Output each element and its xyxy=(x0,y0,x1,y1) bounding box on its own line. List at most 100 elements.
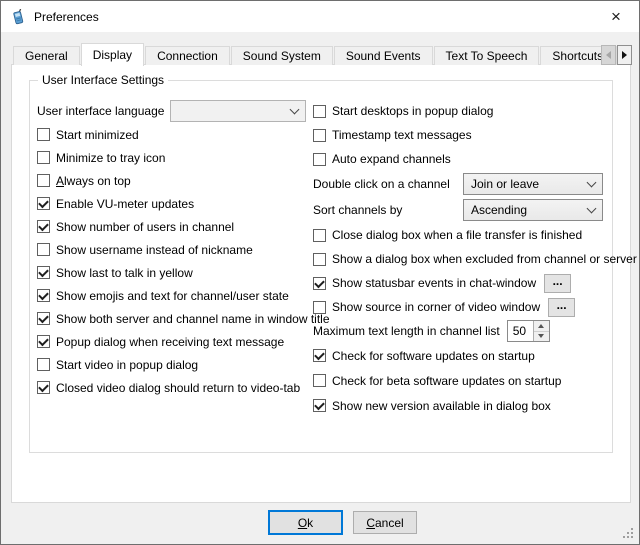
checkbox-label: Closed video dialog should return to vid… xyxy=(56,381,300,395)
tab-bar: General Display Connection Sound System … xyxy=(13,43,599,65)
cancel-button[interactable]: Cancel xyxy=(353,511,417,534)
checkbox[interactable] xyxy=(313,153,326,166)
checkbox-row: Show both server and channel name in win… xyxy=(37,307,309,330)
checkbox[interactable] xyxy=(37,381,50,394)
checkbox[interactable] xyxy=(313,129,326,142)
sort-channels-value: Ascending xyxy=(471,203,527,217)
checkbox-row: Minimize to tray icon xyxy=(37,146,309,169)
checkbox[interactable] xyxy=(37,220,50,233)
left-column: User interface language Start minimized … xyxy=(37,93,309,399)
sort-channels-row: Sort channels by Ascending xyxy=(313,197,611,223)
tab-scroll-right-icon[interactable] xyxy=(617,45,632,65)
spinner-down-icon[interactable] xyxy=(534,331,549,342)
checkbox-label: Show a dialog box when excluded from cha… xyxy=(332,252,637,266)
language-row: User interface language xyxy=(37,99,309,123)
preferences-dialog: Preferences × General Display Connection… xyxy=(0,0,640,545)
chevron-down-icon xyxy=(290,104,300,114)
checkbox-row: Close dialog box when a file transfer is… xyxy=(313,223,611,247)
language-label: User interface language xyxy=(37,104,170,118)
checkbox-label: Check for beta software updates on start… xyxy=(332,374,561,388)
checkbox[interactable] xyxy=(37,197,50,210)
checkbox[interactable] xyxy=(37,335,50,348)
checkbox[interactable] xyxy=(313,277,326,290)
max-text-length-row: Maximum text length in channel list 50 xyxy=(313,319,611,343)
checkbox-label: Minimize to tray icon xyxy=(56,151,165,165)
tab-sound-events[interactable]: Sound Events xyxy=(334,46,433,65)
spinner-up-icon[interactable] xyxy=(534,321,549,331)
max-text-length-label: Maximum text length in channel list xyxy=(313,324,500,338)
checkbox-row: Show last to talk in yellow xyxy=(37,261,309,284)
checkbox-row: Check for beta software updates on start… xyxy=(313,368,611,393)
resize-grip[interactable] xyxy=(631,528,633,530)
max-text-length-value: 50 xyxy=(508,321,533,341)
checkbox[interactable] xyxy=(37,266,50,279)
video-source-ellipsis-button[interactable]: ... xyxy=(548,298,575,317)
checkbox[interactable] xyxy=(313,349,326,362)
checkbox-row: Auto expand channels xyxy=(313,147,611,171)
checkbox-row: Show number of users in channel xyxy=(37,215,309,238)
tab-scroll-left-icon[interactable] xyxy=(601,45,616,65)
app-icon xyxy=(10,9,26,25)
tab-display[interactable]: Display xyxy=(81,43,144,66)
checkbox-label: Show emojis and text for channel/user st… xyxy=(56,289,289,303)
right-column: Start desktops in popup dialog Timestamp… xyxy=(313,81,611,418)
checkbox[interactable] xyxy=(37,312,50,325)
checkbox[interactable] xyxy=(37,243,50,256)
checkbox-row: Start minimized xyxy=(37,123,309,146)
double-click-value: Join or leave xyxy=(471,177,539,191)
checkbox-label: Show new version available in dialog box xyxy=(332,399,551,413)
checkbox-label: Show both server and channel name in win… xyxy=(56,312,330,326)
close-icon[interactable]: × xyxy=(593,1,639,32)
ok-button[interactable]: Ok xyxy=(268,510,343,535)
checkbox[interactable] xyxy=(37,358,50,371)
checkbox-row: Enable VU-meter updates xyxy=(37,192,309,215)
statusbar-events-ellipsis-button[interactable]: ... xyxy=(544,274,571,293)
checkbox[interactable] xyxy=(313,399,326,412)
checkbox-label: Show number of users in channel xyxy=(56,220,234,234)
double-click-row: Double click on a channel Join or leave xyxy=(313,171,611,197)
checkbox-row: Show emojis and text for channel/user st… xyxy=(37,284,309,307)
checkbox-label: Show statusbar events in chat-window xyxy=(332,276,536,290)
checkbox[interactable] xyxy=(313,229,326,242)
sort-channels-combobox[interactable]: Ascending xyxy=(463,199,603,221)
tab-connection[interactable]: Connection xyxy=(145,46,230,65)
checkbox-row: Check for software updates on startup xyxy=(313,343,611,368)
window-title: Preferences xyxy=(34,10,99,24)
checkbox[interactable] xyxy=(37,174,50,187)
checkbox[interactable] xyxy=(313,301,326,314)
checkbox-label: Close dialog box when a file transfer is… xyxy=(332,228,582,242)
checkbox[interactable] xyxy=(313,253,326,266)
language-combobox[interactable] xyxy=(170,100,306,122)
titlebar: Preferences × xyxy=(1,1,639,32)
checkbox-row: Start video in popup dialog xyxy=(37,353,309,376)
checkbox[interactable] xyxy=(37,289,50,302)
group-title: User Interface Settings xyxy=(38,73,168,87)
double-click-combobox[interactable]: Join or leave xyxy=(463,173,603,195)
tab-text-to-speech[interactable]: Text To Speech xyxy=(434,46,540,65)
checkbox[interactable] xyxy=(37,151,50,164)
cancel-button-label: Cancel xyxy=(366,516,403,530)
tab-sound-system[interactable]: Sound System xyxy=(231,46,333,65)
checkbox-label: Auto expand channels xyxy=(332,152,451,166)
checkbox-row: Start desktops in popup dialog xyxy=(313,99,611,123)
checkbox-label: Enable VU-meter updates xyxy=(56,197,194,211)
user-interface-settings-group: User Interface Settings User interface l… xyxy=(29,80,613,453)
checkbox[interactable] xyxy=(37,128,50,141)
checkbox-row: Show username instead of nickname xyxy=(37,238,309,261)
checkbox-label: Show username instead of nickname xyxy=(56,243,253,257)
checkbox-label: Start desktops in popup dialog xyxy=(332,104,493,118)
chevron-down-icon xyxy=(587,177,597,187)
chevron-down-icon xyxy=(587,203,597,213)
checkbox-label: Show source in corner of video window xyxy=(332,300,540,314)
checkbox[interactable] xyxy=(313,374,326,387)
checkbox-row: Always on top xyxy=(37,169,309,192)
checkbox-row: Show new version available in dialog box xyxy=(313,393,611,418)
checkbox[interactable] xyxy=(313,105,326,118)
checkbox-label: Start minimized xyxy=(56,128,139,142)
checkbox-label: Popup dialog when receiving text message xyxy=(56,335,284,349)
checkbox-row: Popup dialog when receiving text message xyxy=(37,330,309,353)
checkbox-row: Closed video dialog should return to vid… xyxy=(37,376,309,399)
tab-general[interactable]: General xyxy=(13,46,80,65)
max-text-length-spinner[interactable]: 50 xyxy=(507,320,550,342)
video-source-row: Show source in corner of video window ..… xyxy=(313,295,611,319)
